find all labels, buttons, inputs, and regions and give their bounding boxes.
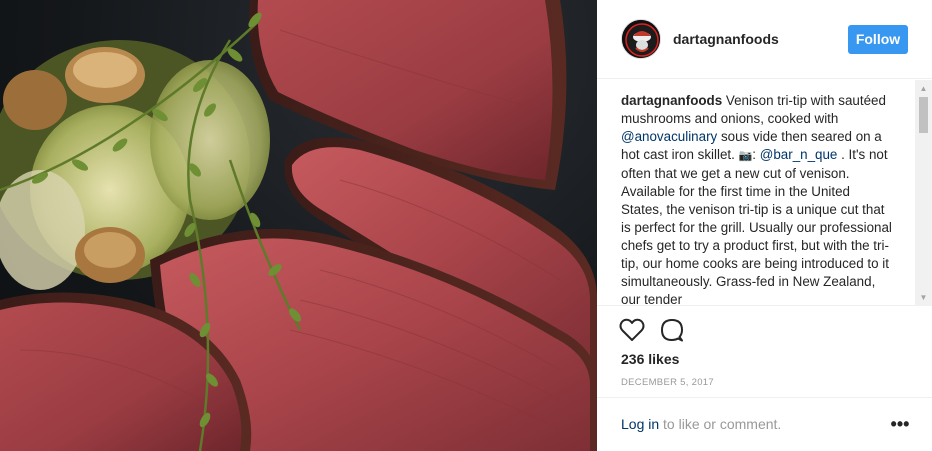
avatar[interactable]	[621, 19, 661, 59]
login-link[interactable]: Log in	[621, 416, 659, 432]
caption-scrollbar[interactable]: ▲ ▼	[915, 80, 932, 306]
dartagnan-logo-icon	[622, 20, 660, 58]
post-date[interactable]: December 5, 2017	[621, 377, 714, 388]
post-actions	[597, 306, 932, 354]
venison-photo-illustration	[0, 0, 597, 451]
login-prompt: Log in to like or comment.	[621, 416, 781, 432]
heart-icon	[619, 318, 645, 341]
mention-anovaculinary[interactable]: @anovaculinary	[621, 129, 717, 144]
post-caption: dartagnanfoods Venison tri-tip with saut…	[621, 92, 893, 306]
scroll-down-arrow-icon[interactable]: ▼	[915, 289, 932, 306]
like-button[interactable]	[619, 318, 647, 344]
comment-icon	[661, 319, 683, 342]
caption-area[interactable]: dartagnanfoods Venison tri-tip with saut…	[597, 80, 932, 306]
post-header: dartagnanfoods Follow	[597, 0, 932, 79]
caption-text-4: . It's not often that we get a new cut o…	[621, 147, 892, 306]
camera-icon: 📷	[738, 150, 753, 162]
post-details-panel: dartagnanfoods Follow dartagnanfoods Ven…	[597, 0, 932, 451]
comment-footer: Log in to like or comment. •••	[597, 397, 932, 451]
scroll-thumb[interactable]	[919, 97, 928, 133]
scroll-up-arrow-icon[interactable]: ▲	[915, 80, 932, 97]
follow-button[interactable]: Follow	[848, 25, 908, 54]
login-prompt-rest: to like or comment.	[659, 416, 782, 432]
comment-button[interactable]	[659, 318, 687, 344]
caption-text-3: :	[752, 147, 760, 162]
more-options-icon[interactable]: •••	[888, 414, 912, 434]
likes-count[interactable]: 236 likes	[621, 351, 679, 367]
post-photo[interactable]	[0, 0, 597, 451]
username[interactable]: dartagnanfoods	[673, 31, 779, 47]
caption-author[interactable]: dartagnanfoods	[621, 93, 722, 108]
mention-bar-n-que[interactable]: @bar_n_que	[760, 147, 838, 162]
